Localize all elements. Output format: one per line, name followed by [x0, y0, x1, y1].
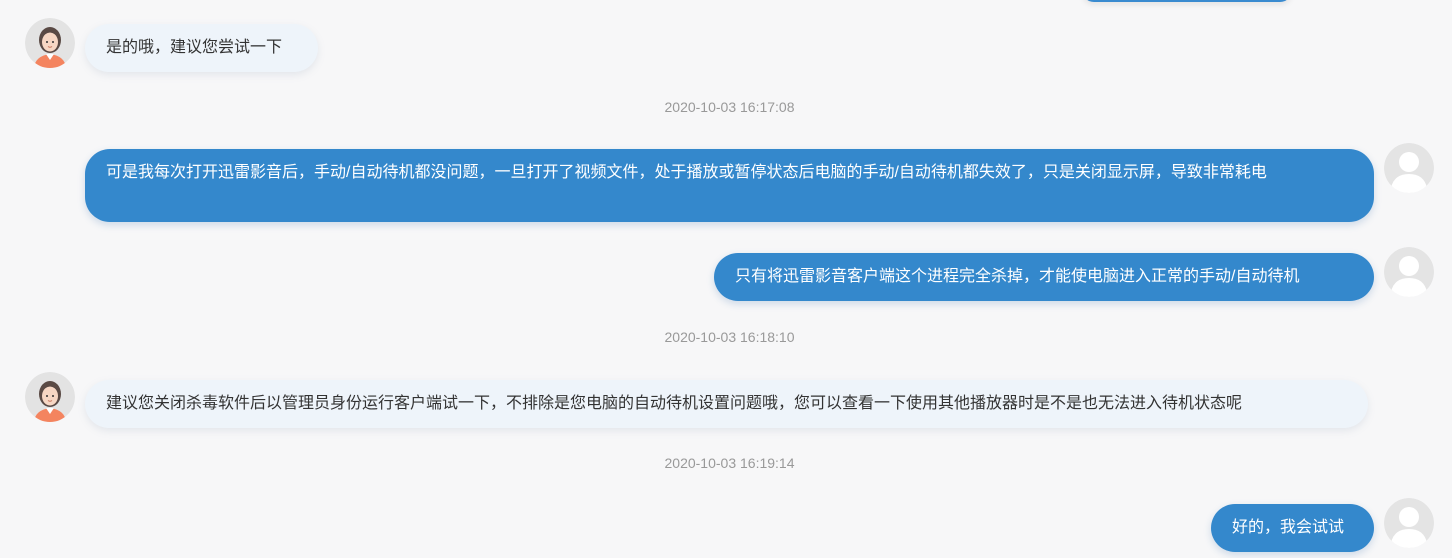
previous-user-message-bubble — [1082, 0, 1292, 2]
user-message-bubble: 可是我每次打开迅雷影音后，手动/自动待机都没问题，一旦打开了视频文件，处于播放或… — [85, 149, 1374, 222]
user-message-bubble: 好的，我会试试 — [1211, 504, 1374, 552]
agent-avatar-icon — [25, 18, 75, 68]
user-avatar-icon — [1384, 498, 1434, 548]
agent-message-bubble: 建议您关闭杀毒软件后以管理员身份运行客户端试一下，不排除是您电脑的自动待机设置问… — [85, 380, 1368, 428]
message-timestamp: 2020-10-03 16:19:14 — [664, 455, 795, 471]
message-timestamp: 2020-10-03 16:17:08 — [664, 99, 795, 115]
user-avatar-icon — [1384, 143, 1434, 193]
message-timestamp: 2020-10-03 16:18:10 — [664, 329, 795, 345]
user-avatar-icon — [1384, 247, 1434, 297]
user-message-bubble: 只有将迅雷影音客户端这个进程完全杀掉，才能使电脑进入正常的手动/自动待机 — [714, 253, 1374, 301]
agent-message-bubble: 是的哦，建议您尝试一下 — [85, 24, 318, 72]
chat-window: 是的哦，建议您尝试一下 2020-10-03 16:17:08 可是我每次打开迅… — [0, 0, 1452, 558]
agent-avatar-icon — [25, 372, 75, 422]
